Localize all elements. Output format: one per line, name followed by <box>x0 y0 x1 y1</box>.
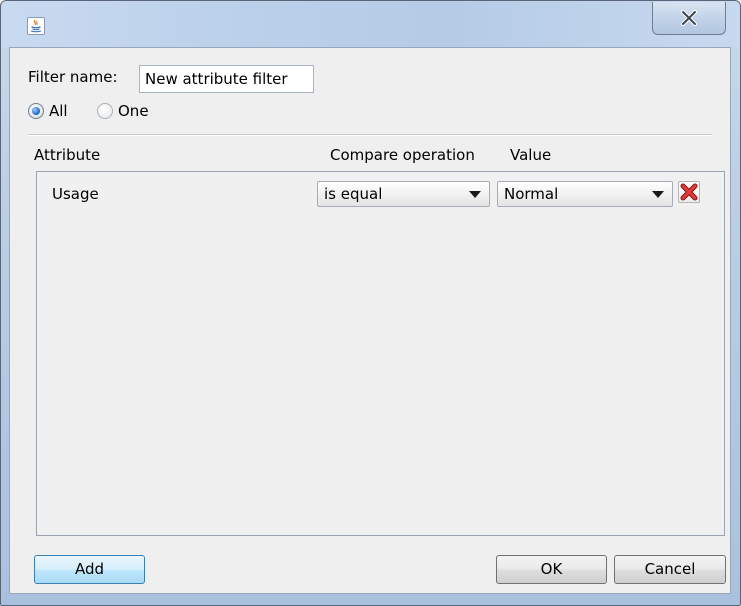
ok-button[interactable]: OK <box>496 555 607 584</box>
condition-list-panel <box>36 171 725 536</box>
java-app-icon <box>27 17 45 35</box>
compare-operation-value: is equal <box>324 185 383 203</box>
row-attribute-name: Usage <box>52 185 99 203</box>
add-button[interactable]: Add <box>34 555 145 584</box>
value-select-value: Normal <box>504 185 559 203</box>
filter-name-input[interactable]: New attribute filter <box>139 65 314 93</box>
delete-x-icon <box>680 183 698 201</box>
title-bar <box>1 1 740 47</box>
chevron-down-icon <box>652 191 664 198</box>
cancel-button[interactable]: Cancel <box>614 555 726 584</box>
remove-condition-button[interactable] <box>678 181 700 203</box>
column-header-attribute: Attribute <box>34 146 101 164</box>
section-divider <box>28 134 712 136</box>
radio-all[interactable]: All <box>28 100 68 122</box>
radio-all-label: All <box>49 102 68 120</box>
column-header-value: Value <box>510 146 552 164</box>
close-icon <box>681 10 697 26</box>
radio-one-label: One <box>118 102 149 120</box>
radio-one-indicator[interactable] <box>97 103 113 119</box>
close-button[interactable] <box>652 2 726 35</box>
value-select[interactable]: Normal <box>497 181 673 207</box>
chevron-down-icon <box>469 191 481 198</box>
compare-operation-select[interactable]: is equal <box>317 181 490 207</box>
radio-all-indicator[interactable] <box>28 103 44 119</box>
column-header-compare: Compare operation <box>330 146 475 164</box>
radio-one[interactable]: One <box>97 100 149 122</box>
filter-name-label: Filter name: <box>28 68 118 86</box>
